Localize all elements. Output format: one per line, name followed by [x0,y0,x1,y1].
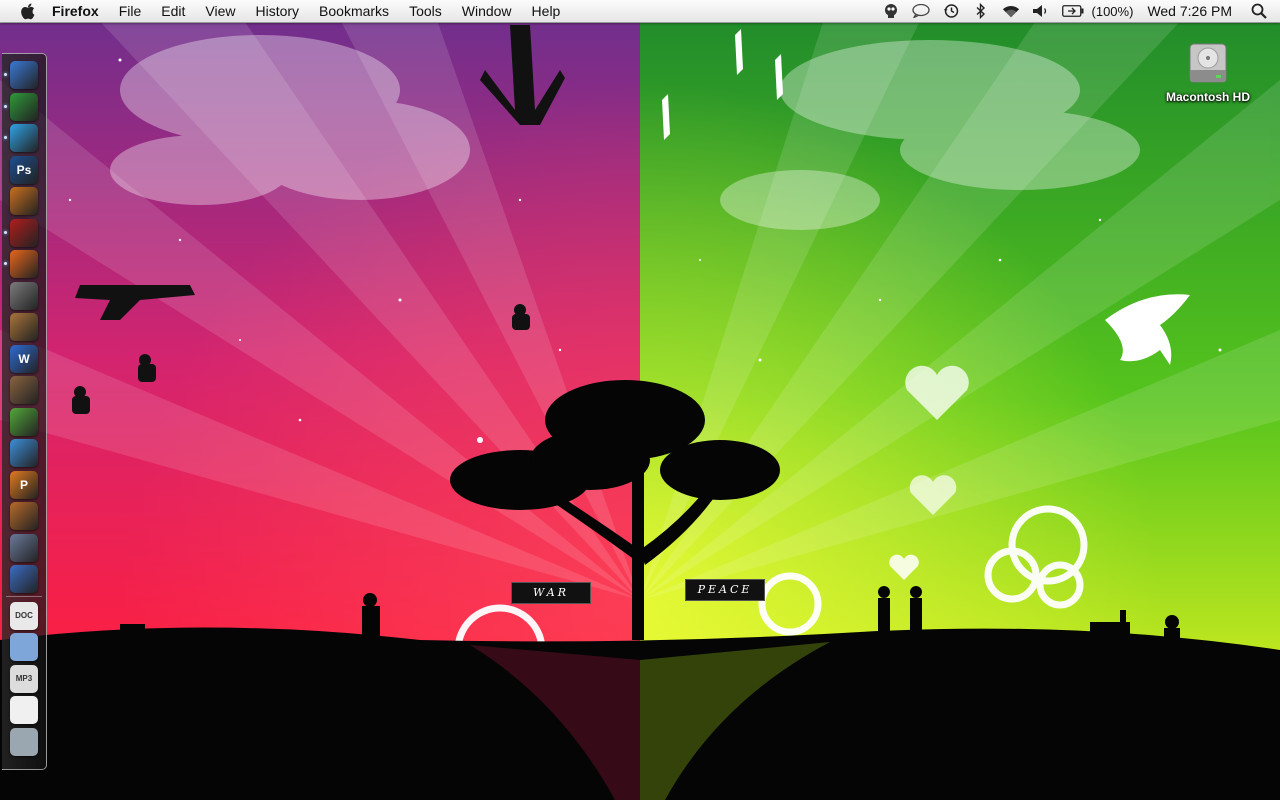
desktop-hard-drive[interactable]: Macontosh HD [1160,40,1256,104]
running-indicator [4,136,7,139]
dock: Ps W P DOC MP3 [2,53,47,770]
bluetooth-icon[interactable] [972,2,990,20]
hard-drive-icon [1189,43,1227,83]
menubar: Firefox File Edit View History Bookmarks… [0,0,1280,23]
dock-finder-icon[interactable] [10,61,38,89]
dock-document-stack-icon[interactable]: DOC [10,601,38,630]
speech-bubble-icon[interactable] [911,2,930,20]
dock-music-stack-icon[interactable]: MP3 [10,664,38,693]
dock-address-book-icon[interactable] [10,376,38,404]
dock-system-monitor-icon[interactable] [10,218,38,247]
dock-garageband-icon[interactable] [10,187,38,215]
dock-photoshop-icon[interactable]: Ps [10,155,38,184]
menu-bookmarks[interactable]: Bookmarks [309,0,399,22]
apple-menu-icon[interactable] [18,2,36,20]
menu-app-name[interactable]: Firefox [50,0,109,22]
menu-file[interactable]: File [109,0,152,22]
dock-firefox-icon[interactable] [10,250,38,278]
dock-system-preferences-icon[interactable] [10,281,38,310]
time-machine-icon[interactable] [942,2,960,20]
running-indicator [4,262,7,265]
menu-view[interactable]: View [195,0,245,22]
dock-compressor-icon[interactable] [10,533,38,562]
battery-icon[interactable] [1061,2,1084,20]
dock-firefox-download-stack-icon[interactable] [10,696,38,724]
peace-sign: PEACE [685,579,765,601]
wifi-icon[interactable] [1002,2,1020,20]
dock-chat-icon[interactable] [10,407,38,436]
dock-folder-stack-icon[interactable] [10,633,38,661]
battery-percent[interactable]: (100%) [1092,4,1134,19]
running-indicator [4,73,7,76]
dock-separator [6,595,42,597]
dock-chart-app-icon[interactable] [10,565,38,593]
spotlight-icon[interactable] [1250,2,1268,20]
dock-iphoto-icon[interactable] [10,313,38,341]
volume-icon[interactable] [1032,2,1050,20]
dock-safari-icon[interactable] [10,439,38,467]
desktop-wallpaper [0,0,1280,800]
dock-mac-app-icon[interactable] [10,502,38,530]
menu-edit[interactable]: Edit [151,0,195,22]
menubar-clock[interactable]: Wed 7:26 PM [1147,3,1232,19]
menu-help[interactable]: Help [522,0,571,22]
running-indicator [4,104,7,108]
menu-tools[interactable]: Tools [399,0,452,22]
dock-itunes-icon[interactable] [10,124,38,152]
war-sign: WAR [511,582,591,604]
menu-window[interactable]: Window [452,0,522,22]
dock-trash-icon[interactable] [10,727,38,756]
dock-adium-icon[interactable] [10,92,38,121]
running-indicator [4,230,7,234]
hard-drive-label: Macontosh HD [1166,90,1250,104]
alien-icon[interactable] [882,2,900,20]
menu-history[interactable]: History [245,0,309,22]
dock-powerpoint-icon[interactable]: P [10,470,38,499]
dock-word-icon[interactable]: W [10,344,38,373]
